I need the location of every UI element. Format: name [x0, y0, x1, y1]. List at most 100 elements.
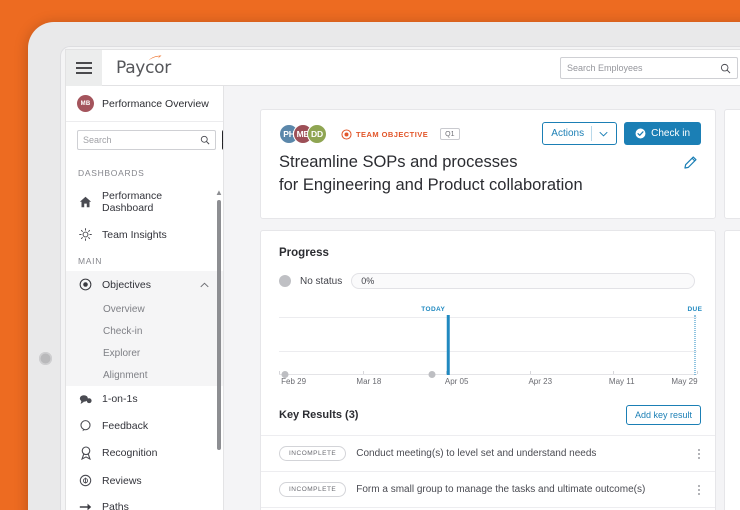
hamburger-menu-icon[interactable]: [66, 50, 102, 86]
objective-title-line1: Streamline SOPs and processes: [279, 153, 518, 171]
paycor-logo[interactable]: Paycor: [116, 55, 171, 78]
sidebar-subitem-overview[interactable]: Overview: [66, 298, 223, 320]
arrow-right-icon: [79, 501, 92, 510]
check-in-button[interactable]: Check in: [624, 122, 701, 145]
sidebar-user-label: Performance Overview: [102, 97, 209, 110]
employee-search-box[interactable]: [560, 57, 738, 79]
sidebar-search-box[interactable]: [77, 130, 216, 150]
key-results-header: Key Results (3) Add key result: [261, 391, 715, 436]
logo-swoosh-icon: [148, 55, 162, 60]
chart-tick: [613, 371, 615, 374]
sidebar-item-team-insights[interactable]: Team Insights: [66, 221, 223, 248]
chart-tick-labels: Feb 29 Mar 18 Apr 05 Apr 23 May 11 May 2…: [279, 377, 697, 391]
status-dot-icon: [279, 275, 291, 287]
side-panel-card-top: [724, 109, 740, 219]
main-content: PH MB DD TEAM OBJECTIVE Q1 Streamline SO…: [224, 86, 740, 510]
status-badge: INCOMPLETE: [279, 446, 347, 461]
sidebar-item-1-on-1s[interactable]: 1-on-1s: [66, 386, 223, 412]
avatar-group: PH MB DD: [279, 124, 327, 144]
objective-title: Streamline SOPs and processes for Engine…: [261, 144, 715, 197]
key-result-row[interactable]: INCOMPLETE Form a small group to manage …: [261, 472, 715, 508]
lightbulb-icon: [79, 228, 92, 241]
target-icon: [341, 128, 352, 140]
screenshot-root: Paycor MB Performance Overview: [0, 0, 740, 510]
objective-action-buttons: Actions Check in: [542, 122, 701, 145]
chart-due-label: DUE: [687, 306, 703, 313]
sidebar-item-label: Feedback: [102, 419, 149, 432]
chart-tick: [529, 371, 531, 374]
key-results-heading: Key Results (3): [279, 409, 359, 421]
sidebar-subitem-explorer[interactable]: Explorer: [66, 342, 223, 364]
sidebar-item-label: Objectives: [102, 278, 152, 291]
sidebar-section-main-title: MAIN: [78, 256, 103, 266]
sidebar-subitem-check-in[interactable]: Check-in: [66, 320, 223, 342]
sidebar: MB Performance Overview 1: [66, 86, 224, 510]
sidebar-user-row[interactable]: MB Performance Overview: [66, 86, 223, 122]
sidebar-scrollbar[interactable]: [217, 200, 221, 450]
quarter-chip[interactable]: Q1: [440, 128, 460, 140]
progress-bar[interactable]: 0%: [351, 273, 695, 289]
sidebar-item-performance-dashboard[interactable]: Performance Dashboard: [66, 183, 223, 221]
chart-tick: [362, 371, 364, 374]
target-icon: [79, 278, 92, 291]
sidebar-search-row: 1: [66, 122, 223, 160]
progress-status-row: No status 0%: [261, 259, 715, 289]
actions-button[interactable]: Actions: [542, 122, 618, 145]
device-camera-dot: [39, 352, 52, 365]
logo-text: Paycor: [116, 57, 171, 78]
chart-today-line: [447, 315, 450, 375]
sidebar-subitem-alignment[interactable]: Alignment: [66, 364, 223, 386]
feedback-icon: [79, 419, 92, 432]
top-bar: Paycor: [66, 50, 740, 86]
chart-tick-label: Apr 05: [444, 377, 469, 386]
sidebar-item-objectives[interactable]: Objectives: [66, 271, 223, 298]
sidebar-section-dashboards-title: DASHBOARDS: [78, 168, 145, 178]
add-key-result-button[interactable]: Add key result: [625, 405, 701, 425]
review-icon: [79, 474, 92, 487]
sidebar-item-paths[interactable]: Paths: [66, 494, 223, 510]
chart-tick-label: Feb 29: [281, 377, 307, 386]
side-panel-card-bottom: [724, 230, 740, 510]
chart-gridline: [279, 351, 697, 352]
key-result-text: Conduct meeting(s) to level set and unde…: [356, 448, 597, 459]
sidebar-scroll-up-arrow[interactable]: ▲: [215, 189, 223, 197]
objective-type-label: TEAM OBJECTIVE: [356, 129, 429, 139]
sidebar-item-label: Recognition: [102, 447, 158, 459]
search-icon: [720, 63, 731, 73]
chart-due-line: [694, 315, 696, 375]
chart-tick-label: Mar 18: [356, 377, 382, 386]
kebab-menu-icon[interactable]: [695, 483, 703, 497]
search-employees-input[interactable]: [567, 63, 720, 73]
progress-timeline-chart: TODAY DUE Feb 29 Mar 18 Apr 05 Apr 23 Ma…: [279, 306, 702, 391]
objective-header-card: PH MB DD TEAM OBJECTIVE Q1 Streamline SO…: [260, 109, 716, 219]
check-in-button-label: Check in: [651, 128, 690, 139]
pencil-icon[interactable]: [684, 156, 697, 174]
chart-axis: [279, 374, 697, 375]
key-result-text: Form a small group to manage the tasks a…: [356, 484, 646, 495]
objective-type-badge: TEAM OBJECTIVE: [341, 128, 429, 140]
sidebar-item-label: Paths: [102, 501, 129, 510]
status-badge: INCOMPLETE: [279, 482, 347, 497]
sidebar-item-label: Team Insights: [102, 228, 167, 241]
avatar[interactable]: DD: [307, 124, 327, 144]
actions-button-label: Actions: [551, 128, 585, 139]
award-icon: [79, 446, 92, 460]
chevron-up-icon[interactable]: [200, 279, 209, 291]
key-result-row[interactable]: INCOMPLETE Conduct meeting(s) to level s…: [261, 436, 715, 472]
progress-card: Progress No status 0% TODAY DUE Feb 29 M…: [260, 230, 716, 510]
chart-tick-label: May 11: [608, 377, 635, 386]
avatar: MB: [77, 95, 94, 112]
sidebar-item-reviews[interactable]: Reviews: [66, 467, 223, 494]
sidebar-item-recognition[interactable]: Recognition: [66, 439, 223, 467]
sidebar-search-input[interactable]: [83, 135, 200, 145]
chart-gridline: [279, 317, 697, 318]
home-icon: [79, 196, 92, 208]
kebab-menu-icon[interactable]: [695, 447, 703, 461]
search-icon: [200, 135, 210, 145]
chat-icon: [79, 394, 92, 405]
chevron-down-icon: [599, 131, 608, 136]
sidebar-item-label: Performance Dashboard: [102, 190, 163, 214]
button-divider: [591, 126, 593, 141]
progress-percent-label: 0%: [361, 276, 375, 286]
sidebar-item-feedback[interactable]: Feedback: [66, 412, 223, 439]
